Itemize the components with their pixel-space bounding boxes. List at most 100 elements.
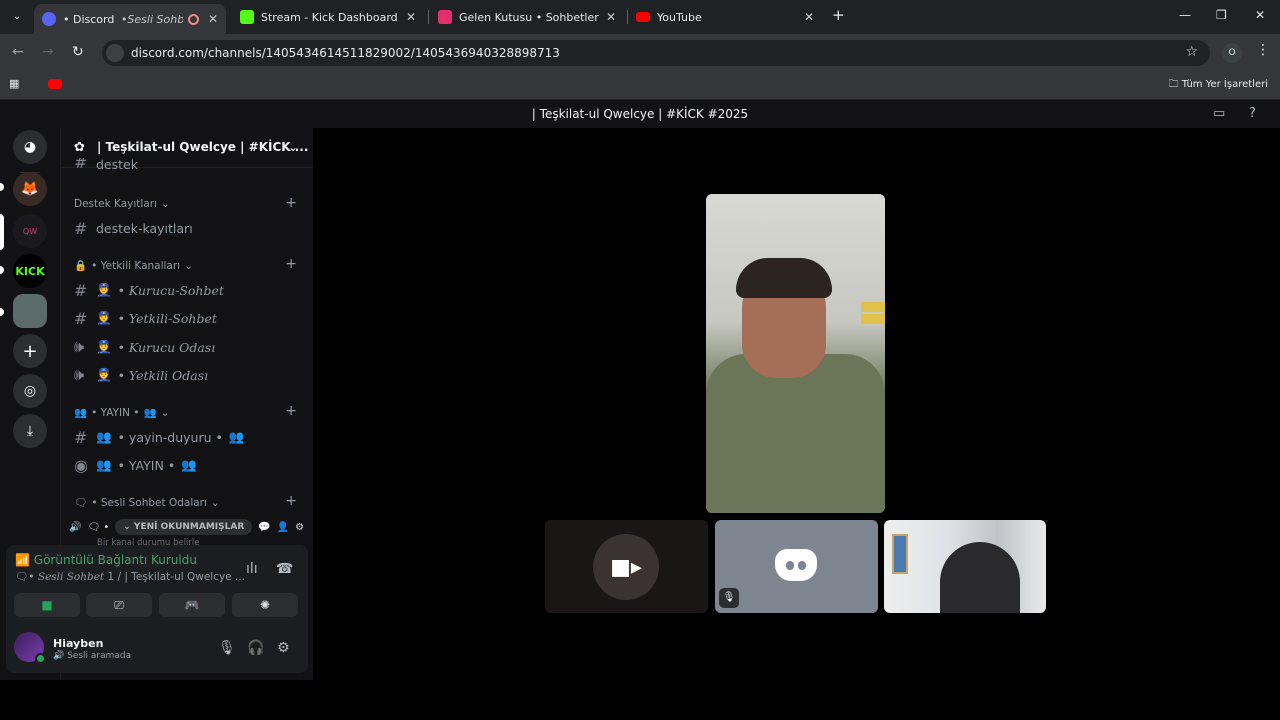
category-yetkili-kanallari[interactable]: 🔒 • Yetkili Kanalları ⌄ bbox=[74, 259, 193, 273]
officer-icon: 👮 bbox=[96, 282, 112, 297]
participant-hair bbox=[736, 258, 832, 298]
create-channel-icon[interactable]: + bbox=[285, 493, 297, 509]
inbox-icon[interactable]: ▭ bbox=[1213, 106, 1225, 121]
omnibox[interactable]: discord.com/channels/1405434614511829002… bbox=[102, 40, 1210, 66]
group-icon: 👥 bbox=[96, 429, 112, 444]
gear-icon[interactable]: ⚙ bbox=[295, 522, 304, 533]
channel-destek[interactable]: # destek bbox=[74, 158, 302, 172]
channel-yayin-duyuru[interactable]: # 👥 • yayin-duyuru • 👥 bbox=[74, 425, 302, 449]
headphones-icon[interactable]: 🎧 bbox=[247, 640, 264, 656]
close-window-icon[interactable]: ✕ bbox=[1255, 8, 1265, 22]
main-video-tile[interactable] bbox=[706, 194, 885, 513]
tab-discord[interactable]: • Discord | •Sesli Sohbet ✕ bbox=[34, 4, 226, 34]
noise-suppression-icon[interactable]: ılı bbox=[246, 561, 258, 577]
category-sesli-sohbet-odalari[interactable]: 🗨 • Sesli Sohbet Odaları ⌄ bbox=[74, 496, 220, 510]
camera-icon: ■ bbox=[41, 598, 53, 612]
speech-icon: 🗨 • bbox=[87, 521, 110, 533]
all-bookmarks[interactable]: 🗀 Tüm Yer İşaretleri bbox=[1169, 77, 1268, 94]
video-camera-icon: ■▸ bbox=[610, 554, 642, 580]
hash-icon: # bbox=[74, 280, 88, 300]
create-channel-icon[interactable]: + bbox=[285, 403, 297, 419]
server-fox-icon[interactable]: 🦊 bbox=[13, 172, 47, 206]
close-tab-icon[interactable]: ✕ bbox=[804, 10, 814, 24]
download-icon[interactable]: ⤓ bbox=[13, 414, 47, 448]
discord-home-icon[interactable]: ◕ bbox=[13, 130, 47, 164]
unread-pill bbox=[0, 183, 4, 191]
restore-icon[interactable]: ❐ bbox=[1216, 8, 1227, 22]
channel-yayin-stage[interactable]: ◉ 👥 • YAYIN • 👥 bbox=[74, 453, 302, 477]
participant-silhouette bbox=[940, 542, 1020, 613]
disconnect-icon[interactable]: ☎ bbox=[276, 561, 293, 577]
channel-kurucu-sohbet[interactable]: # 👮 • Kurucu-Sohbet bbox=[74, 278, 302, 302]
bookmark-star-icon[interactable]: ☆ bbox=[1185, 44, 1198, 60]
wall-plate bbox=[861, 302, 885, 312]
speech-icon: 🗨 bbox=[15, 571, 29, 583]
officer-icon: 👮 bbox=[96, 339, 112, 354]
group-icon: 👥 bbox=[143, 407, 157, 419]
new-tab-icon[interactable]: + bbox=[832, 6, 845, 24]
microphone-icon[interactable]: 🎙 bbox=[218, 640, 236, 656]
close-tab-icon[interactable]: ✕ bbox=[606, 10, 616, 24]
close-tab-icon[interactable]: ✕ bbox=[406, 10, 416, 24]
voice-channel-row[interactable]: 🔊 🗨 • ⌄ YENİ OKUNMAMIŞLAR 💬 👤 ⚙ bbox=[69, 515, 305, 539]
browser-menu-icon[interactable]: ⋮ bbox=[1256, 42, 1270, 58]
activities-button[interactable]: 🎮 bbox=[159, 593, 225, 617]
muted-mic-icon: 🎙 bbox=[719, 588, 739, 608]
explore-icon[interactable]: ◎ bbox=[13, 374, 47, 408]
minimize-icon[interactable]: — bbox=[1179, 8, 1191, 22]
tab-discord-title: • Discord | bbox=[63, 12, 117, 26]
webcam-tile[interactable] bbox=[884, 520, 1046, 613]
youtube-favicon-icon bbox=[636, 12, 650, 22]
avatar[interactable] bbox=[14, 632, 46, 664]
gear-icon[interactable]: ⚙ bbox=[277, 640, 290, 656]
channel-yetkili-odasi[interactable]: 🕪 👮 • Yetkili Odası bbox=[74, 363, 302, 387]
server-name: | Teşkilat-ul Qwelcye | #KİCK ... bbox=[97, 140, 309, 154]
back-icon[interactable]: ← bbox=[12, 44, 24, 60]
video-button[interactable]: ■ bbox=[14, 593, 80, 617]
video-stage: ■▸ 🎙 bbox=[313, 128, 1280, 680]
new-unreads-badge[interactable]: ⌄ YENİ OKUNMAMIŞLAR bbox=[115, 519, 253, 535]
create-channel-icon[interactable]: + bbox=[285, 256, 297, 272]
server-kick-icon[interactable]: KICK bbox=[13, 254, 47, 288]
invite-icon[interactable]: 👤 bbox=[277, 522, 289, 533]
server-badge-icon: ✿ bbox=[74, 140, 85, 155]
channel-destek-kayitlari[interactable]: # destek-kayıtları bbox=[74, 216, 302, 240]
help-icon[interactable]: ? bbox=[1249, 106, 1256, 121]
recording-icon bbox=[187, 13, 199, 25]
voice-status[interactable]: 📶 Görüntülü Bağlantı Kuruldu bbox=[15, 553, 197, 567]
site-info-icon[interactable] bbox=[106, 44, 124, 62]
apps-grid-icon[interactable]: ▦ bbox=[9, 77, 23, 91]
username[interactable]: Hiayben bbox=[53, 637, 103, 650]
category-yayin[interactable]: 👥 • YAYIN • 👥 ⌄ bbox=[74, 406, 169, 420]
create-channel-icon[interactable]: + bbox=[285, 195, 297, 211]
tab-kick[interactable]: Stream - Kick Dashboard ✕ bbox=[232, 4, 424, 30]
forward-icon[interactable]: → bbox=[42, 44, 54, 60]
officer-icon: 👮 bbox=[96, 310, 112, 325]
server-qwelcye-icon[interactable]: QW bbox=[13, 214, 47, 248]
youtube-bookmark-icon[interactable] bbox=[48, 79, 62, 89]
server-photo-icon[interactable] bbox=[13, 294, 47, 328]
screen-share-button[interactable]: ⎚ bbox=[86, 593, 152, 617]
speaker-icon: 🔊 bbox=[53, 651, 68, 661]
close-tab-icon[interactable]: ✕ bbox=[208, 12, 218, 26]
hash-icon: # bbox=[74, 427, 88, 447]
url-text[interactable]: discord.com/channels/1405434614511829002… bbox=[131, 46, 560, 60]
tab-kick-title: Stream - Kick Dashboard bbox=[261, 10, 398, 24]
category-destek-kayitlari[interactable]: Destek Kayıtları ⌄ bbox=[74, 198, 170, 210]
reload-icon[interactable]: ↻ bbox=[72, 44, 84, 60]
add-server-icon[interactable]: + bbox=[13, 334, 47, 368]
hash-icon: # bbox=[74, 218, 88, 238]
officer-icon: 👮 bbox=[96, 367, 112, 382]
channel-yetkili-sohbet[interactable]: # 👮 • Yetkili-Sohbet bbox=[74, 306, 302, 330]
user-panel: Hiayben 🔊 Sesli aramada 🎙 🎧 ⚙ bbox=[6, 623, 308, 673]
channel-kurucu-odasi[interactable]: 🕪 👮 • Kurucu Odası bbox=[74, 335, 302, 359]
chat-icon[interactable]: 💬 bbox=[258, 522, 270, 533]
camera-off-tile[interactable]: ■▸ bbox=[545, 520, 708, 613]
tab-instagram[interactable]: Gelen Kutusu • Sohbetler ✕ bbox=[430, 4, 624, 30]
voice-channel-name[interactable]: 🗨• Sesli Sohbet 1 / | Teşkilat-ul Qwelcy… bbox=[15, 570, 245, 583]
soundboard-button[interactable]: ✺ bbox=[232, 593, 298, 617]
tab-search-chevron-icon[interactable]: ⌄ bbox=[7, 7, 27, 27]
discord-avatar-tile[interactable]: 🎙 bbox=[715, 520, 878, 613]
tab-youtube[interactable]: YouTube ✕ bbox=[628, 4, 822, 30]
profile-avatar[interactable]: O bbox=[1222, 43, 1242, 63]
